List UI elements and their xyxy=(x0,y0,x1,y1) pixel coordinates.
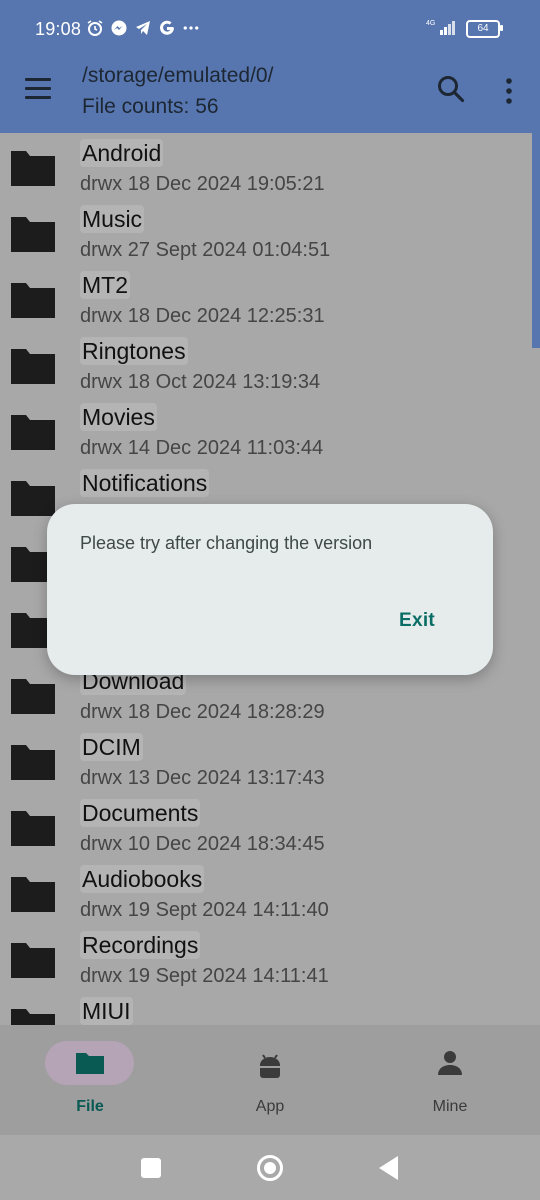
file-name: MIUI xyxy=(80,997,133,1025)
nav-label-app: App xyxy=(255,1098,285,1115)
folder-icon xyxy=(10,479,56,517)
alarm-icon xyxy=(86,19,104,37)
file-row[interactable]: DCIM drwx 13 Dec 2024 13:17:43 xyxy=(0,727,540,793)
folder-icon xyxy=(10,347,56,385)
file-row[interactable]: Audiobooks drwx 19 Sept 2024 14:11:40 xyxy=(0,859,540,925)
messenger-icon xyxy=(110,19,128,37)
file-row[interactable]: Music drwx 27 Sept 2024 01:04:51 xyxy=(0,199,540,265)
file-row[interactable]: MT2 drwx 18 Dec 2024 12:25:31 xyxy=(0,265,540,331)
file-name: Music xyxy=(80,205,145,233)
file-name: DCIM xyxy=(80,733,143,761)
svg-text:4G: 4G xyxy=(426,20,435,27)
battery-indicator: 64 xyxy=(466,19,503,38)
home-button[interactable] xyxy=(257,1155,283,1181)
file-row[interactable]: Android drwx 18 Dec 2024 19:05:21 xyxy=(0,133,540,199)
status-bar: 19:08 4G 64 xyxy=(0,0,540,60)
file-meta: drwx 13 Dec 2024 13:17:43 xyxy=(80,767,325,789)
nav-label-mine: Mine xyxy=(432,1098,468,1115)
nav-label-file: File xyxy=(76,1098,104,1115)
folder-icon xyxy=(74,1049,106,1077)
file-name: Recordings xyxy=(80,931,201,959)
scrollbar[interactable] xyxy=(532,133,540,348)
version-dialog: Please try after changing the version Ex… xyxy=(47,504,493,675)
file-name: MT2 xyxy=(80,271,130,299)
file-name: Documents xyxy=(80,799,201,827)
folder-icon xyxy=(10,677,56,715)
dialog-message: Please try after changing the version xyxy=(80,533,373,553)
file-row[interactable]: MIUI xyxy=(0,991,540,1025)
status-system-icons: 4G 64 xyxy=(424,18,503,39)
file-meta: drwx 18 Dec 2024 12:25:31 xyxy=(80,305,325,327)
system-navigation-bar xyxy=(0,1135,540,1200)
menu-icon[interactable] xyxy=(25,78,51,100)
file-count: File counts: 56 xyxy=(82,95,219,118)
android-icon xyxy=(254,1049,286,1078)
file-row[interactable]: Documents drwx 10 Dec 2024 18:34:45 xyxy=(0,793,540,859)
file-name: Notifications xyxy=(80,469,210,497)
file-name: Android xyxy=(80,139,164,167)
nav-item-mine[interactable]: Mine xyxy=(360,1025,540,1135)
more-options-icon[interactable] xyxy=(499,76,519,106)
file-meta: drwx 19 Sept 2024 14:11:41 xyxy=(80,965,329,987)
top-bar: 19:08 4G 64 /storage/emulated/0/ File co… xyxy=(0,0,540,133)
file-row[interactable]: Ringtones drwx 18 Oct 2024 13:19:34 xyxy=(0,331,540,397)
folder-icon xyxy=(10,281,56,319)
more-notifications-icon xyxy=(182,19,200,37)
nav-item-app[interactable]: App xyxy=(180,1025,360,1135)
file-name: Movies xyxy=(80,403,157,431)
bottom-navigation: File App Mine xyxy=(0,1025,540,1135)
file-meta: drwx 18 Dec 2024 19:05:21 xyxy=(80,173,325,195)
google-icon xyxy=(158,19,176,37)
app-bar: /storage/emulated/0/ File counts: 56 xyxy=(0,60,540,133)
folder-icon xyxy=(10,743,56,781)
file-name: Audiobooks xyxy=(80,865,205,893)
folder-icon xyxy=(10,413,56,451)
recents-button[interactable] xyxy=(141,1158,161,1178)
nav-item-file[interactable]: File xyxy=(0,1025,180,1135)
file-row[interactable]: Movies drwx 14 Dec 2024 11:03:44 xyxy=(0,397,540,463)
file-meta: drwx 18 Dec 2024 18:28:29 xyxy=(80,701,325,723)
folder-icon xyxy=(10,1007,56,1025)
file-meta: drwx 10 Dec 2024 18:34:45 xyxy=(80,833,325,855)
folder-icon xyxy=(10,875,56,913)
file-meta: drwx 19 Sept 2024 14:11:40 xyxy=(80,899,329,921)
folder-icon xyxy=(10,149,56,187)
telegram-icon xyxy=(134,19,152,37)
person-icon xyxy=(434,1049,466,1077)
exit-button[interactable]: Exit xyxy=(383,604,451,638)
file-row[interactable]: Recordings drwx 19 Sept 2024 14:11:41 xyxy=(0,925,540,991)
signal-icon: 4G xyxy=(424,18,458,39)
folder-icon xyxy=(10,941,56,979)
file-meta: drwx 18 Oct 2024 13:19:34 xyxy=(80,371,321,393)
folder-icon xyxy=(10,809,56,847)
status-notification-icons xyxy=(86,19,200,37)
file-meta: drwx 27 Sept 2024 01:04:51 xyxy=(80,239,331,261)
search-icon[interactable] xyxy=(436,74,466,104)
file-name: Ringtones xyxy=(80,337,188,365)
folder-icon xyxy=(10,215,56,253)
back-button[interactable] xyxy=(379,1156,398,1180)
file-meta: drwx 14 Dec 2024 11:03:44 xyxy=(80,437,324,459)
status-time: 19:08 xyxy=(35,19,82,39)
current-path: /storage/emulated/0/ xyxy=(82,64,274,87)
